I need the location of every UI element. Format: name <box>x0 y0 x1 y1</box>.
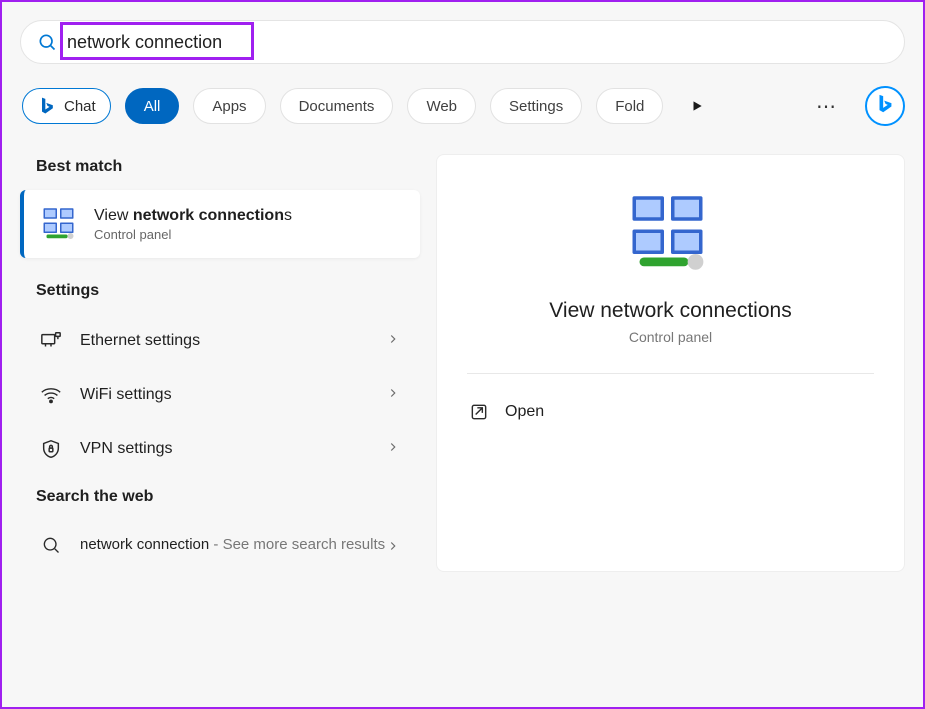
open-icon <box>469 402 489 422</box>
tab-documents[interactable]: Documents <box>280 88 394 124</box>
chevron-right-icon <box>386 386 400 405</box>
details-subtitle: Control panel <box>467 329 874 345</box>
settings-item-label: WiFi settings <box>80 386 386 404</box>
settings-item-vpn[interactable]: VPN settings <box>20 422 420 476</box>
best-match-result[interactable]: View network connections Control panel <box>20 190 420 258</box>
web-search-item[interactable]: network connection - See more search res… <box>20 520 420 572</box>
more-button[interactable]: ⋯ <box>811 90 843 122</box>
divider <box>467 373 874 374</box>
tab-chat-label: Chat <box>64 98 96 115</box>
filter-row: Chat All Apps Documents Web Settings Fol… <box>20 86 905 126</box>
settings-item-ethernet[interactable]: Ethernet settings <box>20 314 420 368</box>
tab-apps-label: Apps <box>212 98 246 115</box>
chevron-right-icon <box>386 332 400 351</box>
tab-all[interactable]: All <box>125 88 180 124</box>
bing-launch-button[interactable] <box>865 86 905 126</box>
tab-folders-label: Fold <box>615 98 644 115</box>
results-pane: Best match View network connections <box>20 154 420 572</box>
search-input[interactable] <box>67 32 888 53</box>
wifi-icon <box>40 384 62 406</box>
open-action[interactable]: Open <box>467 394 874 430</box>
ethernet-icon <box>40 330 62 352</box>
search-icon <box>37 32 57 52</box>
tab-folders[interactable]: Fold <box>596 88 663 124</box>
web-search-text: network connection - See more search res… <box>80 534 386 556</box>
details-title: View network connections <box>467 299 874 323</box>
tab-settings[interactable]: Settings <box>490 88 582 124</box>
tab-documents-label: Documents <box>299 98 375 115</box>
best-match-subtitle: Control panel <box>94 227 292 242</box>
play-icon[interactable] <box>681 90 713 122</box>
open-label: Open <box>505 403 544 421</box>
settings-header: Settings <box>20 278 420 314</box>
tab-settings-label: Settings <box>509 98 563 115</box>
network-connections-icon <box>629 191 713 275</box>
chevron-right-icon <box>386 440 400 459</box>
tab-web[interactable]: Web <box>407 88 476 124</box>
tab-all-label: All <box>144 98 161 115</box>
chevron-right-icon <box>386 539 400 558</box>
search-icon <box>40 534 62 556</box>
tab-web-label: Web <box>426 98 457 115</box>
tab-apps[interactable]: Apps <box>193 88 265 124</box>
network-connections-icon <box>42 206 78 242</box>
settings-item-wifi[interactable]: WiFi settings <box>20 368 420 422</box>
settings-item-label: VPN settings <box>80 440 386 458</box>
search-bar[interactable] <box>20 20 905 64</box>
best-match-header: Best match <box>20 154 420 190</box>
bing-icon <box>37 96 57 116</box>
more-icon: ⋯ <box>816 94 838 119</box>
best-match-title: View network connections <box>94 207 292 225</box>
details-pane: View network connections Control panel O… <box>436 154 905 572</box>
bing-icon <box>874 93 896 120</box>
search-web-header: Search the web <box>20 484 420 520</box>
vpn-icon <box>40 438 62 460</box>
settings-item-label: Ethernet settings <box>80 332 386 350</box>
tab-chat[interactable]: Chat <box>22 88 111 124</box>
